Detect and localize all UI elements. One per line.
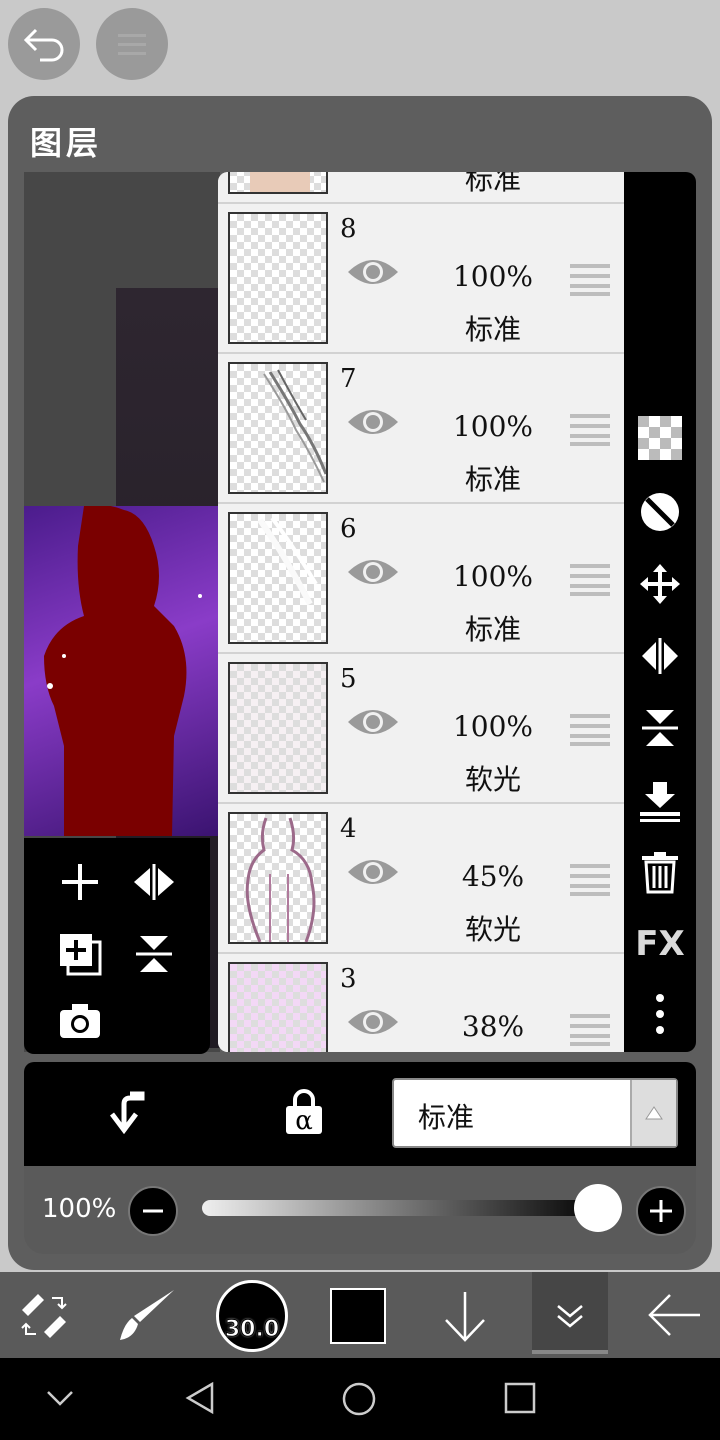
brush-size-icon[interactable]: 30.0 (216, 1280, 288, 1352)
menu-icon (118, 34, 146, 55)
layer-number: 5 (340, 664, 357, 694)
layer-blend: 软光 (464, 913, 521, 946)
camera-icon[interactable] (56, 998, 104, 1046)
layer-thumbnail (228, 172, 328, 194)
flip-horizontal-icon[interactable] (130, 858, 178, 906)
opacity-bar: 100% (24, 1166, 696, 1254)
layer-thumbnail (228, 962, 328, 1052)
layer-thumbnail (228, 362, 328, 494)
layer-opacity: 100% (452, 710, 534, 743)
add-copy-icon[interactable] (56, 930, 104, 978)
layer-actions-bar: FX (624, 172, 696, 1052)
transform-icon[interactable] (18, 1290, 70, 1342)
back-triangle-icon[interactable] (182, 1380, 218, 1416)
layer-thumbnail (228, 812, 328, 944)
layer-blend: 标准 (464, 613, 521, 646)
canvas-stage-image (24, 504, 220, 836)
drag-handle-icon[interactable] (570, 262, 610, 296)
undo-button[interactable] (8, 8, 80, 80)
layers-panel: 图层 标准 8 100% 标准 7 100% 标准 6 100% 标准 5 10… (8, 96, 712, 1270)
layer-opacity: 38% (461, 1010, 525, 1043)
blend-mode-bar: α 标准 (24, 1062, 696, 1166)
clip-icon[interactable] (102, 1090, 146, 1134)
flip-horizontal-icon[interactable] (638, 634, 682, 678)
eye-icon[interactable] (346, 404, 400, 440)
layer-opacity: 100% (452, 410, 534, 443)
layer-number: 8 (340, 214, 357, 244)
layer-blend: 软光 (464, 763, 521, 796)
layer-thumbnail (228, 662, 328, 794)
blend-mode-value: 标准 (418, 1101, 475, 1134)
layer-blend: 标准 (464, 172, 521, 196)
brush-size-value: 30.0 (224, 1317, 280, 1343)
layer-number: 4 (340, 814, 357, 844)
more-icon[interactable] (638, 992, 682, 1036)
layer-row[interactable]: 3 38% (218, 954, 624, 1052)
move-icon[interactable] (638, 562, 682, 606)
layer-thumbnail (228, 212, 328, 344)
chevron-up-icon[interactable] (630, 1080, 676, 1146)
layer-opacity: 45% (461, 860, 525, 893)
eye-icon[interactable] (346, 554, 400, 590)
layer-row[interactable]: 4 45% 软光 (218, 804, 624, 954)
merge-down-icon[interactable] (638, 780, 682, 824)
invert-icon[interactable] (638, 490, 682, 534)
recent-square-icon[interactable] (502, 1380, 538, 1416)
collapse-button[interactable] (532, 1272, 608, 1354)
bottom-toolbar: 30.0 (0, 1272, 720, 1358)
layer-row-partial[interactable]: 标准 (218, 172, 624, 204)
drag-handle-icon[interactable] (570, 562, 610, 596)
plus-icon[interactable] (636, 1186, 686, 1236)
collapse-icon (557, 1305, 583, 1328)
trash-icon[interactable] (638, 850, 682, 894)
layer-tools-box (24, 838, 210, 1054)
alpha-lock-icon[interactable]: α (284, 1088, 324, 1136)
alpha-symbol: α (295, 1106, 313, 1136)
arrow-down-icon[interactable] (440, 1288, 490, 1344)
layer-opacity: 100% (452, 560, 534, 593)
flip-vertical-icon[interactable] (638, 706, 682, 750)
layer-number: 3 (340, 964, 357, 994)
layer-number: 6 (340, 514, 357, 544)
panel-title: 图层 (30, 124, 103, 162)
eye-icon[interactable] (346, 254, 400, 290)
layer-blend: 标准 (464, 313, 521, 346)
brush-icon[interactable] (118, 1288, 176, 1344)
eye-icon[interactable] (346, 854, 400, 890)
color-swatch[interactable] (330, 1288, 386, 1344)
layer-row[interactable]: 6 100% 标准 (218, 504, 624, 654)
character-silhouette (44, 504, 202, 836)
hide-nav-icon[interactable] (44, 1386, 76, 1410)
opacity-slider-thumb[interactable] (574, 1184, 622, 1232)
fx-icon[interactable]: FX (632, 924, 688, 968)
opacity-slider-track[interactable] (202, 1200, 602, 1216)
layer-opacity: 100% (452, 260, 534, 293)
layer-blend: 标准 (464, 463, 521, 496)
flip-vertical-icon[interactable] (130, 930, 178, 978)
system-navigation-bar (0, 1358, 720, 1440)
back-arrow-icon[interactable] (644, 1290, 704, 1340)
minus-icon[interactable] (128, 1186, 178, 1236)
drag-handle-icon[interactable] (570, 862, 610, 896)
layer-number: 7 (340, 364, 357, 394)
add-layer-icon[interactable] (56, 858, 104, 906)
eye-icon[interactable] (346, 704, 400, 740)
layer-row[interactable]: 8 100% 标准 (218, 204, 624, 354)
layers-list[interactable]: 标准 8 100% 标准 7 100% 标准 6 100% 标准 5 100% … (218, 172, 624, 1052)
drag-handle-icon[interactable] (570, 1012, 610, 1046)
drag-handle-icon[interactable] (570, 712, 610, 746)
opacity-value: 100% (42, 1194, 117, 1224)
layer-row[interactable]: 7 100% 标准 (218, 354, 624, 504)
transparency-icon[interactable] (638, 416, 682, 460)
layer-row[interactable]: 5 100% 软光 (218, 654, 624, 804)
menu-button[interactable] (96, 8, 168, 80)
home-circle-icon[interactable] (340, 1380, 378, 1418)
eye-icon[interactable] (346, 1004, 400, 1040)
drag-handle-icon[interactable] (570, 412, 610, 446)
undo-icon (23, 28, 64, 62)
blend-mode-select[interactable]: 标准 (392, 1078, 678, 1148)
layer-thumbnail (228, 512, 328, 644)
